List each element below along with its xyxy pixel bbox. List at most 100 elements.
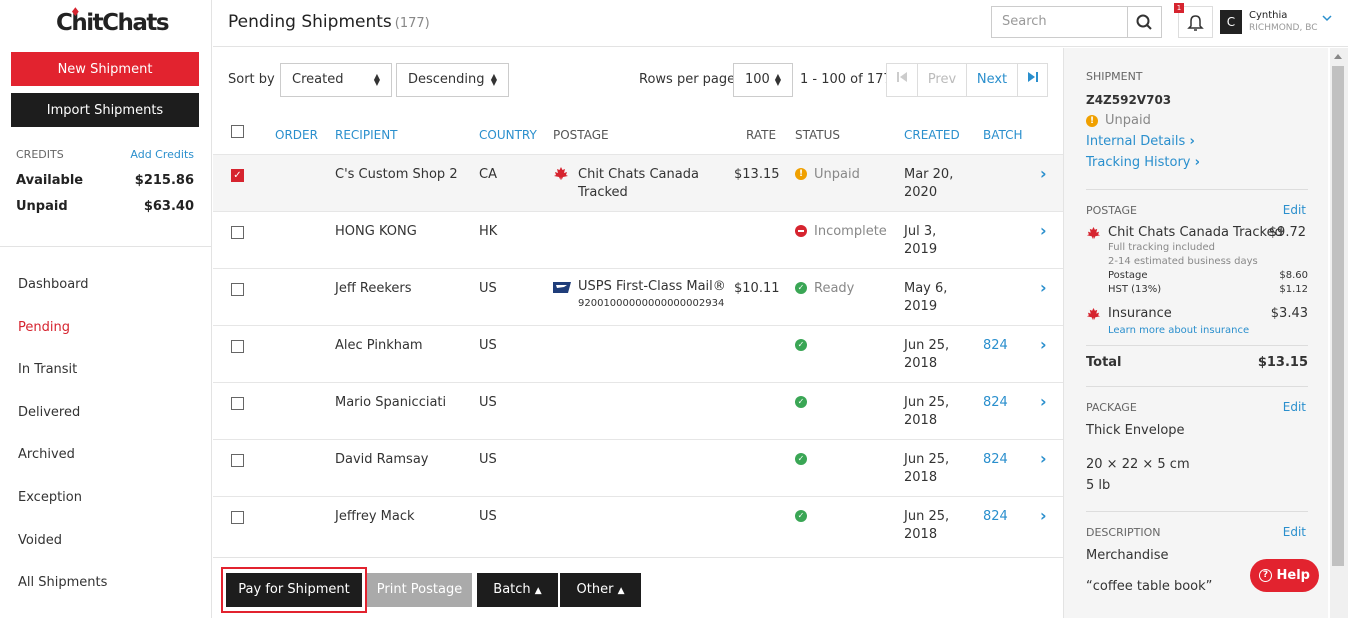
column-batch[interactable]: BATCH [983,128,1023,142]
divider [1086,189,1308,190]
edit-postage-link[interactable]: Edit [1283,203,1306,217]
nav-all-shipments[interactable]: All Shipments [18,575,107,590]
caret-up-icon: ▲ [617,586,625,596]
search-input[interactable]: Search [991,6,1127,38]
tracking-history-link[interactable]: Tracking History › [1086,155,1200,170]
table-row[interactable]: Jeff Reekers US USPS First-Class Mail® 9… [213,268,1063,325]
table-row[interactable]: HONG KONG HK Incomplete Jul 3, 2019 › [213,211,1063,268]
package-weight: 5 lb [1086,478,1111,493]
row-checkbox[interactable] [231,454,244,467]
sort-arrows-icon: ▲ ▼ [490,72,497,87]
recipient: Mario Spanicciati [335,395,447,410]
postage-service: Chit Chats Canada Tracked [1108,225,1283,240]
package-label: PACKAGE [1086,401,1137,414]
package-dimensions: 20 × 22 × 5 cm [1086,457,1190,472]
last-page-button[interactable] [1017,63,1048,97]
country: US [479,395,497,410]
chevron-right-icon[interactable]: › [1040,164,1047,183]
table-row[interactable]: David Ramsay US ✓ Jun 25, 2018 824 › [213,439,1063,496]
sort-field-select[interactable]: Created ▲ ▼ [280,63,392,97]
nav-voided[interactable]: Voided [18,533,62,548]
add-credits-link[interactable]: Add Credits [130,148,194,161]
nav-pending[interactable]: Pending [18,320,70,335]
batch-link[interactable]: 824 [983,508,1008,526]
created: Mar 20, 2020 [904,167,954,200]
chevron-right-icon[interactable]: › [1040,506,1047,525]
nav-dashboard[interactable]: Dashboard [18,277,89,292]
batch-link[interactable]: 824 [983,451,1008,469]
scrollbar-thumb[interactable] [1332,66,1344,566]
divider [1086,511,1308,512]
chevron-right-icon[interactable]: › [1040,221,1047,240]
chevron-right-icon[interactable]: › [1040,392,1047,411]
sort-arrows-icon: ▲ ▼ [774,72,781,87]
nav-in-transit[interactable]: In Transit [18,362,77,377]
created: Jun 25, 2018 [904,395,950,428]
table-row[interactable]: Mario Spanicciati US ✓ Jun 25, 2018 824 … [213,382,1063,439]
table-row[interactable]: Alec Pinkham US ✓ Jun 25, 2018 824 › [213,325,1063,382]
column-created[interactable]: CREATED [904,128,960,142]
postage-service: Chit Chats Canada Tracked [578,167,699,200]
first-page-button[interactable] [886,63,918,97]
next-page-button[interactable]: Next [966,63,1018,97]
nav-archived[interactable]: Archived [18,447,75,462]
rows-per-page-select[interactable]: 100 ▲ ▼ [733,63,793,97]
chevron-right-icon[interactable]: › [1040,335,1047,354]
warning-icon: ! [1086,115,1098,127]
unpaid-credit: Unpaid $63.40 [16,199,194,214]
help-button[interactable]: ? Help [1250,559,1319,592]
chevron-right-icon: › [1189,134,1195,149]
recipient: HONG KONG [335,224,417,239]
nav-delivered[interactable]: Delivered [18,405,80,420]
table-row[interactable]: ✓ C's Custom Shop 2 CA Chit Chats Canada… [213,154,1063,211]
select-all-checkbox[interactable] [231,125,244,138]
search-button[interactable] [1127,6,1162,38]
maple-leaf-icon [554,167,568,180]
logo[interactable]: ♦ ChitChats [56,5,170,36]
row-checkbox[interactable] [231,226,244,239]
pay-for-shipment-button[interactable]: Pay for Shipment [226,573,362,607]
column-order[interactable]: ORDER [275,128,318,142]
import-shipments-button[interactable]: Import Shipments [11,93,199,127]
maple-leaf-icon: ♦ [70,5,81,19]
batch-button[interactable]: Batch ▲ [477,573,558,607]
new-shipment-button[interactable]: New Shipment [11,52,199,86]
divider [0,246,212,247]
shipment-detail-panel: SHIPMENT Z4Z592V703 ! Unpaid Internal De… [1063,48,1328,618]
postage-label: POSTAGE [1086,204,1137,217]
column-status: STATUS [795,128,841,142]
check-icon: ✓ [795,453,807,465]
internal-details-link[interactable]: Internal Details › [1086,134,1195,149]
prev-page-button[interactable]: Prev [917,63,967,97]
column-postage: POSTAGE [553,128,609,142]
chevron-right-icon[interactable]: › [1040,278,1047,297]
batch-link[interactable]: 824 [983,394,1008,412]
learn-more-insurance-link[interactable]: Learn more about insurance [1108,325,1249,336]
chevron-right-icon[interactable]: › [1040,449,1047,468]
row-checkbox[interactable]: ✓ [231,169,244,182]
print-postage-button[interactable]: Print Postage [367,573,472,607]
chevron-down-icon[interactable] [1321,13,1333,23]
column-country[interactable]: COUNTRY [479,128,537,142]
sort-order-select[interactable]: Descending ▲ ▼ [396,63,509,97]
shipment-status: Unpaid [1105,113,1151,128]
avatar[interactable]: C [1220,10,1242,34]
scroll-up-icon[interactable] [1333,52,1343,60]
row-checkbox[interactable] [231,340,244,353]
nav-exception[interactable]: Exception [18,490,82,505]
table-row[interactable]: Jeffrey Mack US ✓ Jun 25, 2018 824 › [213,496,1063,553]
column-recipient[interactable]: RECIPIENT [335,128,398,142]
chevron-right-icon: › [1194,155,1201,170]
edit-package-link[interactable]: Edit [1283,400,1306,414]
row-checkbox[interactable] [231,511,244,524]
created: Jun 25, 2018 [904,338,950,371]
user-name[interactable]: Cynthia [1249,10,1287,21]
postage-service-price: $9.72 [1268,225,1306,240]
row-checkbox[interactable] [231,397,244,410]
total-value: $13.15 [1257,355,1308,370]
edit-description-link[interactable]: Edit [1283,525,1306,539]
row-checkbox[interactable] [231,283,244,296]
check-icon: ✓ [795,282,807,294]
batch-link[interactable]: 824 [983,337,1008,355]
other-button[interactable]: Other ▲ [560,573,641,607]
